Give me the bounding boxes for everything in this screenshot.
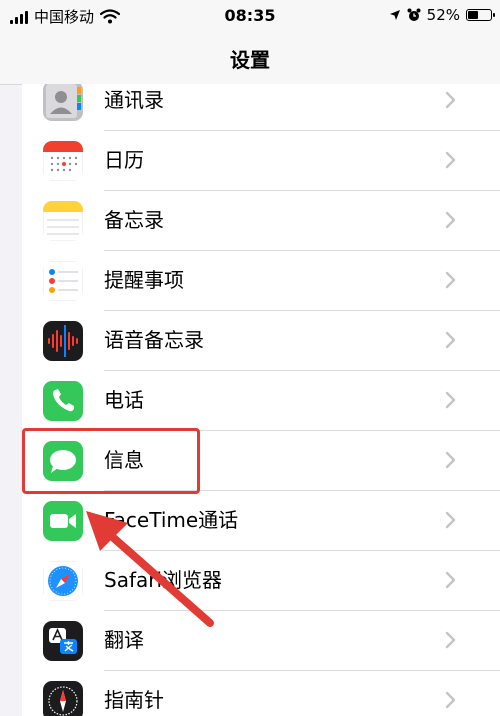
settings-row-messages[interactable]: 信息 [22, 431, 500, 491]
settings-row-label: 通讯录 [104, 88, 164, 112]
settings-row-compass[interactable]: 指南针 [22, 671, 500, 716]
notes-icon [43, 201, 83, 241]
settings-row-voice-memos[interactable]: 语音备忘录 [22, 311, 500, 371]
chevron-right-icon [445, 511, 456, 529]
compass-icon [43, 681, 83, 716]
facetime-icon [43, 501, 83, 541]
settings-row-label: 指南针 [104, 688, 164, 712]
settings-row-label: 电话 [104, 388, 144, 412]
settings-row-label: 备忘录 [104, 208, 164, 232]
translate-icon [43, 621, 83, 661]
settings-row-label: FaceTime通话 [104, 508, 239, 532]
contacts-icon [43, 84, 83, 121]
settings-row-label: 提醒事项 [104, 268, 184, 292]
messages-icon [43, 441, 83, 481]
chevron-right-icon [445, 451, 456, 469]
battery-icon [466, 9, 495, 21]
settings-list[interactable]: 通讯录 日历 备忘录 提醒事项 语音备忘录 电话 信息 FaceTime通话 S… [22, 84, 500, 716]
settings-row-label: Safari浏览器 [104, 568, 223, 592]
settings-row-calendar[interactable]: 日历 [22, 131, 500, 191]
chevron-right-icon [445, 271, 456, 289]
battery-percent: 52% [426, 6, 460, 24]
safari-icon [43, 561, 83, 601]
settings-row-phone[interactable]: 电话 [22, 371, 500, 431]
chevron-right-icon [445, 691, 456, 709]
chevron-right-icon [445, 571, 456, 589]
chevron-right-icon [445, 331, 456, 349]
settings-row-label: 信息 [104, 448, 144, 472]
settings-row-label: 语音备忘录 [104, 328, 204, 352]
status-bar: 中国移动 08:35 52% [0, 0, 500, 32]
chevron-right-icon [445, 391, 456, 409]
navigation-bar: 设置 [0, 32, 500, 85]
location-icon [389, 10, 400, 20]
chevron-right-icon [445, 91, 456, 109]
chevron-right-icon [445, 151, 456, 169]
alarm-icon [407, 8, 421, 21]
settings-row-contacts[interactable]: 通讯录 [22, 84, 500, 131]
chevron-right-icon [445, 211, 456, 229]
settings-row-reminders[interactable]: 提醒事项 [22, 251, 500, 311]
settings-row-translate[interactable]: 翻译 [22, 611, 500, 671]
settings-row-safari[interactable]: Safari浏览器 [22, 551, 500, 611]
chevron-right-icon [445, 631, 456, 649]
phone-icon [43, 381, 83, 421]
settings-row-label: 日历 [104, 148, 144, 172]
settings-row-label: 翻译 [104, 628, 144, 652]
settings-row-facetime[interactable]: FaceTime通话 [22, 491, 500, 551]
settings-row-notes[interactable]: 备忘录 [22, 191, 500, 251]
voice-memos-icon [43, 321, 83, 361]
calendar-icon [43, 141, 83, 181]
reminders-icon [43, 261, 83, 301]
page-title: 设置 [230, 48, 270, 72]
